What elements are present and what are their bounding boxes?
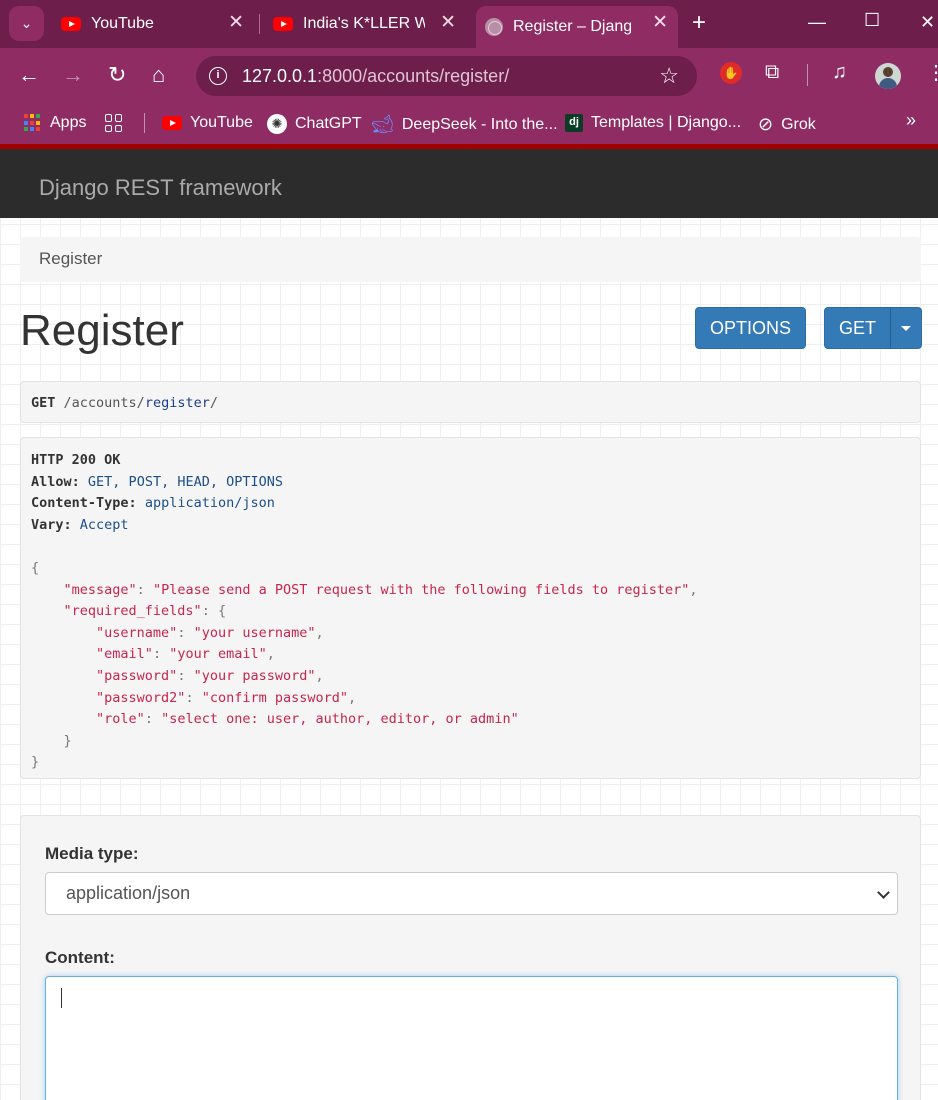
get-button[interactable]: GET bbox=[824, 307, 891, 349]
header-name: Vary: bbox=[31, 516, 72, 533]
django-icon: dj bbox=[565, 114, 583, 132]
json-value: "select one: user, author, editor, or ad… bbox=[161, 711, 519, 728]
browser-toolbar: ← → ↻ ⌂ i 127.0.0.1:8000/accounts/regist… bbox=[0, 48, 938, 104]
text-cursor bbox=[61, 988, 62, 1008]
media-type-select[interactable]: application/json bbox=[45, 872, 898, 915]
close-icon[interactable]: ✕ bbox=[440, 11, 456, 34]
grok-icon: ⊘ bbox=[758, 114, 774, 134]
bookmark-label: Grok bbox=[781, 115, 816, 133]
navbar: Django REST framework bbox=[0, 149, 938, 218]
address-bar[interactable]: i 127.0.0.1:8000/accounts/register/ ☆ bbox=[196, 56, 697, 96]
youtube-icon bbox=[273, 17, 293, 31]
page-content: Django REST framework Register Register … bbox=[0, 144, 938, 1100]
request-path-link[interactable]: register bbox=[145, 395, 210, 411]
json-value: "your password" bbox=[193, 667, 316, 684]
tab-video[interactable]: India's K*LLER War ✕ bbox=[270, 6, 466, 42]
maximize-icon[interactable]: ☐ bbox=[864, 10, 880, 31]
window-close-icon[interactable]: ✕ bbox=[920, 12, 935, 33]
minimize-icon[interactable]: — bbox=[808, 12, 826, 33]
request-info: GET /accounts/register/ bbox=[20, 381, 921, 423]
new-tab-button[interactable]: + bbox=[692, 9, 706, 37]
reload-icon[interactable]: ↻ bbox=[108, 63, 126, 87]
bookmark-label: DeepSeek - Into the... bbox=[401, 115, 558, 133]
tab-title: Register – Django bbox=[513, 18, 631, 35]
breadcrumb-item[interactable]: Register bbox=[39, 249, 102, 269]
response-status: HTTP 200 OK bbox=[31, 452, 121, 468]
header-value: application/json bbox=[144, 495, 275, 512]
header-name: Allow: bbox=[31, 473, 80, 490]
bookmark-star-icon[interactable]: ☆ bbox=[659, 63, 679, 89]
more-bookmarks-icon[interactable]: » bbox=[906, 110, 916, 131]
url-text[interactable]: 127.0.0.1:8000/accounts/register/ bbox=[242, 66, 509, 87]
bookmark-label: Templates | Django... bbox=[591, 114, 742, 131]
profile-avatar[interactable] bbox=[875, 63, 901, 89]
url-host: 127.0.0.1 bbox=[242, 66, 318, 86]
tab-title: YouTube bbox=[91, 15, 154, 32]
bookmarks-bar: Apps YouTube ✺ ChatGPT 🐋︎ DeepSeek - Int… bbox=[0, 104, 938, 144]
bookmark-youtube[interactable]: YouTube bbox=[162, 114, 253, 132]
content-label: Content: bbox=[45, 948, 115, 967]
youtube-icon bbox=[61, 17, 81, 31]
close-icon[interactable]: ✕ bbox=[652, 11, 668, 34]
bookmark-label: Apps bbox=[50, 114, 87, 131]
tab-strip: ⌄ YouTube ✕ India's K*LLER War ✕ Registe… bbox=[0, 0, 938, 48]
brand-link[interactable]: Django REST framework bbox=[39, 175, 282, 201]
bookmark-apps[interactable]: Apps bbox=[24, 114, 86, 132]
deepseek-icon: 🐋︎ bbox=[371, 114, 394, 134]
media-controls-icon[interactable]: ♫ bbox=[832, 61, 847, 84]
header-name: Content-Type: bbox=[31, 495, 137, 512]
bookmark-deepseek[interactable]: 🐋︎ DeepSeek - Into the... bbox=[371, 114, 558, 135]
tab-search-button[interactable]: ⌄ bbox=[9, 6, 44, 41]
bookmark-chatgpt[interactable]: ✺ ChatGPT bbox=[267, 114, 362, 134]
request-method: GET bbox=[31, 395, 56, 411]
toolbar-separator bbox=[807, 64, 808, 86]
json-value: "Please send a POST request with the fol… bbox=[152, 581, 690, 598]
get-format-dropdown-toggle[interactable] bbox=[890, 307, 922, 349]
tab-youtube[interactable]: YouTube ✕ bbox=[58, 6, 254, 42]
request-path-prefix: /accounts/ bbox=[63, 395, 145, 411]
back-arrow-icon[interactable]: ← bbox=[18, 63, 40, 87]
bookmark-django[interactable]: dj Templates | Django... bbox=[565, 114, 741, 132]
breadcrumb: Register bbox=[20, 237, 921, 282]
bookmark-label: ChatGPT bbox=[295, 115, 362, 132]
raw-data-form: Media type: application/json Content: bbox=[20, 815, 921, 1100]
options-button[interactable]: OPTIONS bbox=[695, 307, 806, 349]
json-value: "confirm password" bbox=[201, 689, 349, 706]
response-info: HTTP 200 OK Allow: GET, POST, HEAD, OPTI… bbox=[20, 437, 921, 779]
forward-arrow-icon[interactable]: → bbox=[62, 63, 84, 87]
site-info-icon[interactable]: i bbox=[209, 67, 227, 85]
bookmark-label: YouTube bbox=[190, 114, 253, 131]
home-icon[interactable]: ⌂ bbox=[152, 63, 165, 87]
youtube-icon bbox=[162, 116, 182, 130]
header-value: Accept bbox=[79, 516, 129, 533]
media-type-label: Media type: bbox=[45, 844, 139, 863]
json-value: "your username" bbox=[193, 624, 316, 641]
extension-hand-icon[interactable]: ✋ bbox=[720, 62, 742, 84]
content-textarea[interactable] bbox=[45, 976, 898, 1100]
request-path-suffix: / bbox=[209, 395, 218, 411]
tab-title: India's K*LLER War bbox=[303, 15, 425, 32]
grid-icon bbox=[105, 114, 123, 132]
page-title: Register bbox=[20, 306, 184, 355]
tab-register[interactable]: Register – Django ✕ bbox=[476, 6, 678, 48]
bookmarks-separator bbox=[144, 113, 145, 133]
chevron-down-icon: ⌄ bbox=[20, 15, 33, 31]
bookmark-grok[interactable]: ⊘ Grok bbox=[758, 114, 816, 135]
chatgpt-icon: ✺ bbox=[267, 114, 287, 134]
globe-icon bbox=[485, 18, 503, 36]
header-value: GET, POST, HEAD, OPTIONS bbox=[87, 473, 283, 490]
menu-kebab-icon[interactable]: ⋮ bbox=[926, 60, 938, 85]
bookmark-grid[interactable] bbox=[105, 114, 123, 132]
url-path: :8000/accounts/register/ bbox=[317, 66, 510, 86]
close-icon[interactable]: ✕ bbox=[228, 11, 244, 34]
extensions-icon[interactable]: ⧉ bbox=[765, 61, 779, 84]
json-value: "your email" bbox=[169, 646, 267, 663]
tab-separator bbox=[259, 14, 260, 34]
apps-icon bbox=[24, 114, 42, 132]
